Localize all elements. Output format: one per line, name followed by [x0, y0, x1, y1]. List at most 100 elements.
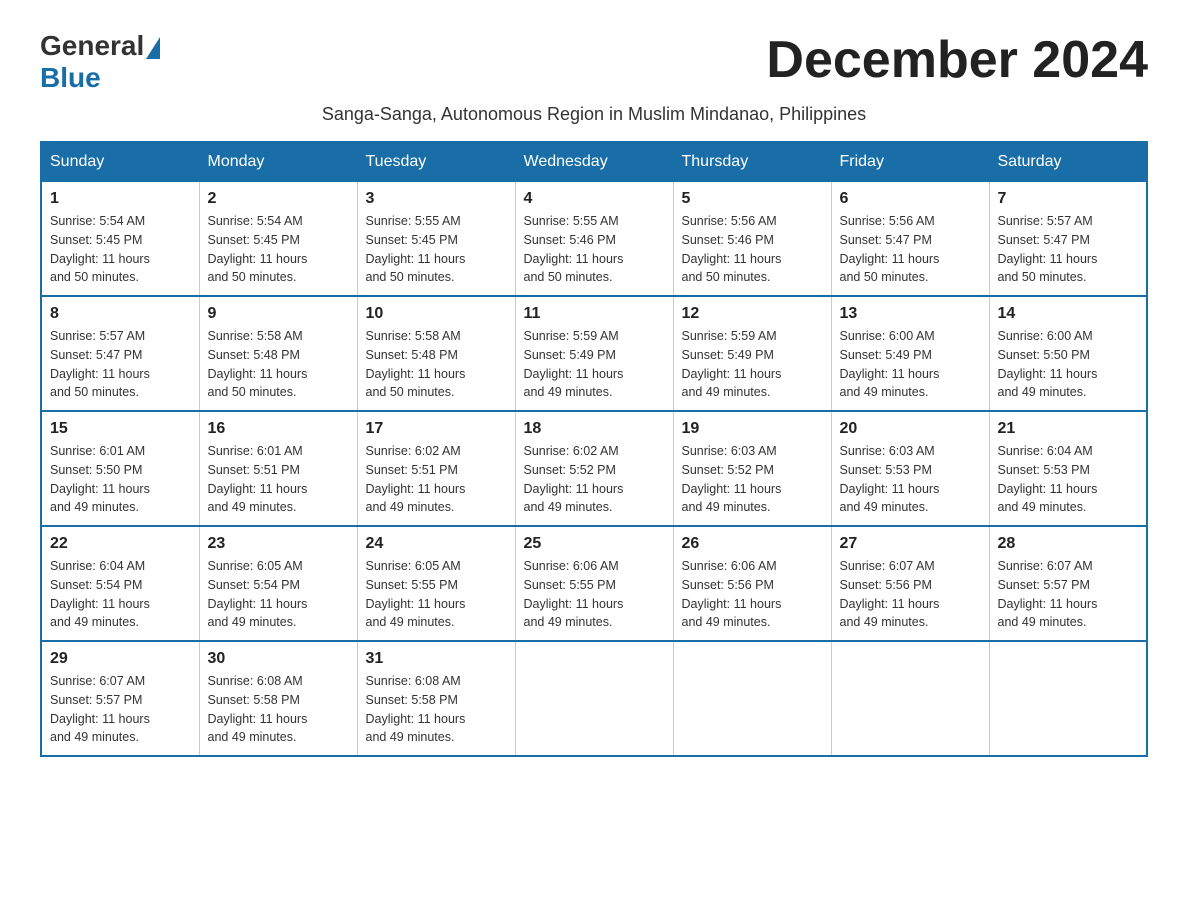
table-row: 3Sunrise: 5:55 AMSunset: 5:45 PMDaylight…	[357, 182, 515, 297]
calendar-week-row: 15 Sunrise: 6:01 AMSunset: 5:50 PMDayligh…	[41, 411, 1147, 526]
day-number: 19	[682, 420, 823, 438]
day-info: Sunrise: 6:04 AMSunset: 5:53 PMDaylight:…	[998, 442, 1139, 517]
table-row: 6 Sunrise: 5:56 AMSunset: 5:47 PMDaylight…	[831, 182, 989, 297]
table-row: 27Sunrise: 6:07 AMSunset: 5:56 PMDayligh…	[831, 526, 989, 641]
day-info: Sunrise: 5:55 AMSunset: 5:45 PMDaylight:…	[366, 212, 507, 287]
table-row: 17 Sunrise: 6:02 AMSunset: 5:51 PMDayligh…	[357, 411, 515, 526]
day-info: Sunrise: 5:59 AMSunset: 5:49 PMDaylight:…	[682, 327, 823, 402]
table-row: 22Sunrise: 6:04 AMSunset: 5:54 PMDayligh…	[41, 526, 199, 641]
table-row: 23 Sunrise: 6:05 AMSunset: 5:54 PMDayligh…	[199, 526, 357, 641]
weekday-header-row: Sunday Monday Tuesday Wednesday Thursday…	[41, 142, 1147, 182]
day-info: Sunrise: 6:02 AMSunset: 5:51 PMDaylight:…	[366, 442, 507, 517]
table-row: 26Sunrise: 6:06 AMSunset: 5:56 PMDayligh…	[673, 526, 831, 641]
day-number: 2	[208, 190, 349, 208]
calendar-week-row: 1Sunrise: 5:54 AMSunset: 5:45 PMDaylight…	[41, 182, 1147, 297]
table-row: 4 Sunrise: 5:55 AMSunset: 5:46 PMDaylight…	[515, 182, 673, 297]
day-number: 22	[50, 535, 191, 553]
day-info: Sunrise: 5:57 AMSunset: 5:47 PMDaylight:…	[998, 212, 1139, 287]
day-number: 11	[524, 305, 665, 323]
day-info: Sunrise: 6:07 AMSunset: 5:57 PMDaylight:…	[50, 672, 191, 747]
header-tuesday: Tuesday	[357, 142, 515, 182]
day-info: Sunrise: 5:55 AMSunset: 5:46 PMDaylight:…	[524, 212, 665, 287]
table-row: 24 Sunrise: 6:05 AMSunset: 5:55 PMDayligh…	[357, 526, 515, 641]
table-row: 2Sunrise: 5:54 AMSunset: 5:45 PMDaylight…	[199, 182, 357, 297]
day-number: 15	[50, 420, 191, 438]
calendar-week-row: 8Sunrise: 5:57 AMSunset: 5:47 PMDaylight…	[41, 296, 1147, 411]
table-row: 18 Sunrise: 6:02 AMSunset: 5:52 PMDayligh…	[515, 411, 673, 526]
day-number: 6	[840, 190, 981, 208]
subtitle: Sanga-Sanga, Autonomous Region in Muslim…	[40, 104, 1148, 125]
day-number: 7	[998, 190, 1139, 208]
day-info: Sunrise: 5:59 AMSunset: 5:49 PMDaylight:…	[524, 327, 665, 402]
day-number: 21	[998, 420, 1139, 438]
day-number: 26	[682, 535, 823, 553]
day-number: 4	[524, 190, 665, 208]
day-number: 14	[998, 305, 1139, 323]
day-info: Sunrise: 6:00 AMSunset: 5:49 PMDaylight:…	[840, 327, 981, 402]
day-number: 31	[366, 650, 507, 668]
day-info: Sunrise: 6:08 AMSunset: 5:58 PMDaylight:…	[208, 672, 349, 747]
day-info: Sunrise: 6:02 AMSunset: 5:52 PMDaylight:…	[524, 442, 665, 517]
day-number: 13	[840, 305, 981, 323]
day-info: Sunrise: 6:03 AMSunset: 5:52 PMDaylight:…	[682, 442, 823, 517]
day-number: 10	[366, 305, 507, 323]
day-number: 16	[208, 420, 349, 438]
table-row: 9 Sunrise: 5:58 AMSunset: 5:48 PMDaylight…	[199, 296, 357, 411]
table-row: 13 Sunrise: 6:00 AMSunset: 5:49 PMDayligh…	[831, 296, 989, 411]
table-row: 10 Sunrise: 5:58 AMSunset: 5:48 PMDayligh…	[357, 296, 515, 411]
header-monday: Monday	[199, 142, 357, 182]
day-info: Sunrise: 6:00 AMSunset: 5:50 PMDaylight:…	[998, 327, 1139, 402]
table-row: 8Sunrise: 5:57 AMSunset: 5:47 PMDaylight…	[41, 296, 199, 411]
header-wednesday: Wednesday	[515, 142, 673, 182]
day-info: Sunrise: 6:07 AMSunset: 5:57 PMDaylight:…	[998, 557, 1139, 632]
day-number: 20	[840, 420, 981, 438]
header-thursday: Thursday	[673, 142, 831, 182]
table-row: 19 Sunrise: 6:03 AMSunset: 5:52 PMDayligh…	[673, 411, 831, 526]
day-number: 30	[208, 650, 349, 668]
day-info: Sunrise: 6:08 AMSunset: 5:58 PMDaylight:…	[366, 672, 507, 747]
day-info: Sunrise: 6:07 AMSunset: 5:56 PMDaylight:…	[840, 557, 981, 632]
header-friday: Friday	[831, 142, 989, 182]
logo-general-text: General	[40, 30, 144, 62]
table-row: 14 Sunrise: 6:00 AMSunset: 5:50 PMDayligh…	[989, 296, 1147, 411]
day-number: 9	[208, 305, 349, 323]
month-title: December 2024	[766, 30, 1148, 90]
header-sunday: Sunday	[41, 142, 199, 182]
day-number: 23	[208, 535, 349, 553]
day-number: 5	[682, 190, 823, 208]
table-row: 25Sunrise: 6:06 AMSunset: 5:55 PMDayligh…	[515, 526, 673, 641]
day-info: Sunrise: 5:58 AMSunset: 5:48 PMDaylight:…	[366, 327, 507, 402]
day-info: Sunrise: 5:56 AMSunset: 5:46 PMDaylight:…	[682, 212, 823, 287]
logo: General Blue	[40, 30, 160, 94]
day-info: Sunrise: 6:01 AMSunset: 5:51 PMDaylight:…	[208, 442, 349, 517]
table-row: 7 Sunrise: 5:57 AMSunset: 5:47 PMDaylight…	[989, 182, 1147, 297]
day-info: Sunrise: 5:57 AMSunset: 5:47 PMDaylight:…	[50, 327, 191, 402]
calendar-week-row: 29 Sunrise: 6:07 AMSunset: 5:57 PMDayligh…	[41, 641, 1147, 756]
day-number: 1	[50, 190, 191, 208]
day-info: Sunrise: 5:58 AMSunset: 5:48 PMDaylight:…	[208, 327, 349, 402]
table-row: 1Sunrise: 5:54 AMSunset: 5:45 PMDaylight…	[41, 182, 199, 297]
table-row: 28 Sunrise: 6:07 AMSunset: 5:57 PMDayligh…	[989, 526, 1147, 641]
header: General Blue December 2024	[40, 30, 1148, 94]
header-saturday: Saturday	[989, 142, 1147, 182]
day-info: Sunrise: 6:01 AMSunset: 5:50 PMDaylight:…	[50, 442, 191, 517]
table-row: 11 Sunrise: 5:59 AMSunset: 5:49 PMDayligh…	[515, 296, 673, 411]
day-info: Sunrise: 6:03 AMSunset: 5:53 PMDaylight:…	[840, 442, 981, 517]
table-row: 21 Sunrise: 6:04 AMSunset: 5:53 PMDayligh…	[989, 411, 1147, 526]
day-number: 17	[366, 420, 507, 438]
day-info: Sunrise: 5:56 AMSunset: 5:47 PMDaylight:…	[840, 212, 981, 287]
calendar-week-row: 22Sunrise: 6:04 AMSunset: 5:54 PMDayligh…	[41, 526, 1147, 641]
table-row: 20 Sunrise: 6:03 AMSunset: 5:53 PMDayligh…	[831, 411, 989, 526]
table-row: 16 Sunrise: 6:01 AMSunset: 5:51 PMDayligh…	[199, 411, 357, 526]
day-number: 24	[366, 535, 507, 553]
table-row: 12Sunrise: 5:59 AMSunset: 5:49 PMDayligh…	[673, 296, 831, 411]
day-number: 29	[50, 650, 191, 668]
table-row	[989, 641, 1147, 756]
table-row	[831, 641, 989, 756]
logo-triangle-icon	[146, 37, 160, 59]
day-info: Sunrise: 6:05 AMSunset: 5:55 PMDaylight:…	[366, 557, 507, 632]
day-number: 18	[524, 420, 665, 438]
day-number: 28	[998, 535, 1139, 553]
table-row	[515, 641, 673, 756]
day-info: Sunrise: 6:05 AMSunset: 5:54 PMDaylight:…	[208, 557, 349, 632]
